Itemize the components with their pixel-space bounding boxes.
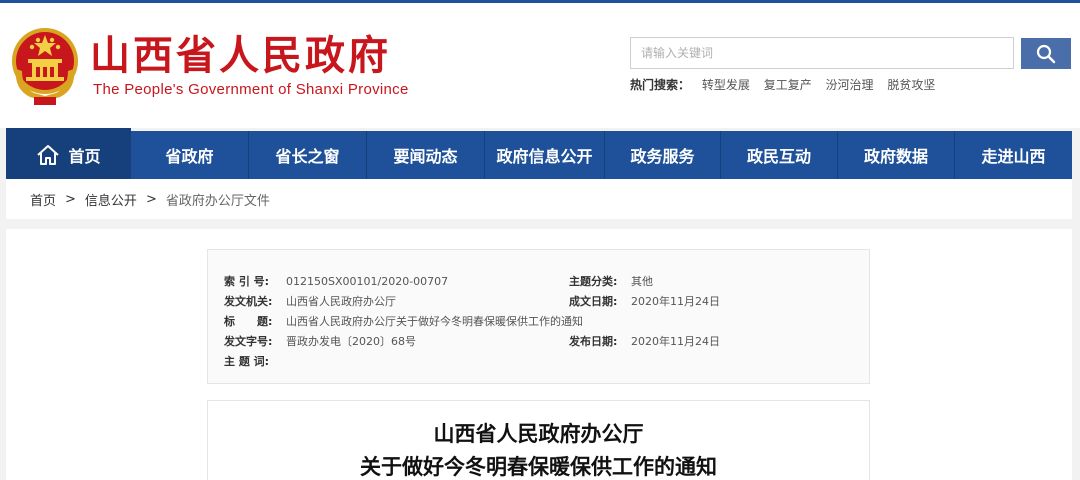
meta-key: 主 题 词: — [224, 355, 270, 368]
hot-search-link[interactable]: 汾河治理 — [826, 78, 874, 92]
nav-item-label: 政民互动 — [746, 147, 811, 166]
meta-row-created-date: 成文日期: 2020年11月24日 — [569, 293, 720, 309]
meta-row-title: 标 题: 山西省人民政府办公厅关于做好今冬明春保暖保供工作的通知 — [224, 313, 583, 329]
meta-value: 晋政办发电〔2020〕68号 — [286, 335, 416, 348]
hot-search-link[interactable]: 转型发展 — [702, 78, 750, 92]
meta-value: 其他 — [631, 275, 653, 288]
meta-value: 山西省人民政府办公厅关于做好今冬明春保暖保供工作的通知 — [286, 315, 583, 328]
site-title[interactable]: 山西省人民政府 — [90, 33, 391, 79]
nav-item-government-data[interactable]: 政府数据 — [838, 131, 955, 179]
meta-value: 2020年11月24日 — [631, 295, 720, 308]
breadcrumb: 首页 > 信息公开 > 省政府办公厅文件 — [6, 179, 1072, 219]
nav-item-label: 走进山西 — [981, 147, 1046, 166]
nav-item-label: 首页 — [68, 147, 101, 166]
nav-item-about-shanxi[interactable]: 走进山西 — [955, 131, 1072, 179]
meta-row-category: 主题分类: 其他 — [569, 273, 653, 289]
meta-key: 发文字号: — [224, 335, 273, 348]
search-button[interactable] — [1021, 38, 1071, 69]
meta-key: 发文机关: — [224, 295, 273, 308]
hot-search-link[interactable]: 脱贫攻坚 — [887, 78, 935, 92]
meta-row-issuer: 发文机关: 山西省人民政府办公厅 — [224, 293, 396, 309]
nav-item-provincial-government[interactable]: 省政府 — [131, 131, 249, 179]
meta-row-document-number: 发文字号: 晋政办发电〔2020〕68号 — [224, 333, 416, 349]
nav-item-governor-window[interactable]: 省长之窗 — [249, 131, 367, 179]
nav-item-government-services[interactable]: 政务服务 — [605, 131, 721, 179]
breadcrumb-separator: > — [145, 191, 157, 207]
meta-row-published-date: 发布日期: 2020年11月24日 — [569, 333, 720, 349]
breadcrumb-information-disclosure[interactable]: 信息公开 — [85, 190, 137, 209]
meta-value: 2020年11月24日 — [631, 335, 720, 348]
meta-key: 发布日期: — [569, 335, 618, 348]
home-icon — [37, 145, 60, 165]
search-box — [630, 37, 1014, 69]
nav-item-label: 省长之窗 — [275, 147, 340, 166]
breadcrumb-home[interactable]: 首页 — [30, 190, 56, 209]
meta-value: 山西省人民政府办公厅 — [286, 295, 396, 308]
meta-key: 标 题: — [224, 315, 273, 328]
document-metadata: 索 引 号: 012150SX00101/2020-00707 主题分类: 其他 发… — [207, 249, 870, 384]
nav-item-label: 要闻动态 — [393, 147, 458, 166]
hot-searches: 热门搜索： 转型发展 复工复产 汾河治理 脱贫攻坚 — [630, 76, 945, 93]
hot-searches-label: 热门搜索： — [630, 78, 691, 92]
search-input[interactable] — [631, 38, 1013, 68]
national-emblem-icon[interactable] — [8, 25, 82, 107]
document-title-line-1: 山西省人民政府办公厅 — [433, 422, 644, 446]
nav-item-label: 政府信息公开 — [496, 147, 593, 166]
nav-item-label: 政务服务 — [630, 147, 695, 166]
nav-item-home[interactable]: 首页 — [6, 128, 131, 179]
search-icon — [1036, 44, 1056, 63]
nav-item-label: 省政府 — [165, 147, 214, 166]
hot-search-link[interactable]: 复工复产 — [764, 78, 812, 92]
breadcrumb-separator: > — [65, 191, 76, 207]
document-title-line-2: 关于做好今冬明春保暖保供工作的通知 — [360, 455, 717, 479]
nav-item-label: 政府数据 — [863, 147, 928, 166]
main-nav: 首页 省政府 省长之窗 要闻动态 政府信息公开 政务服务 政民互动 政府数据 走… — [6, 128, 1072, 179]
meta-key: 索 引 号: — [224, 275, 270, 288]
meta-key: 成文日期: — [569, 295, 618, 308]
document-body: 山西省人民政府办公厅 关于做好今冬明春保暖保供工作的通知 — [207, 400, 870, 480]
meta-key: 主题分类: — [569, 275, 618, 288]
meta-value: 012150SX00101/2020-00707 — [286, 275, 449, 288]
nav-item-information-disclosure[interactable]: 政府信息公开 — [485, 131, 605, 179]
nav-item-interaction[interactable]: 政民互动 — [721, 131, 838, 179]
site-subtitle: The People's Government of Shanxi Provin… — [93, 81, 409, 98]
nav-item-news[interactable]: 要闻动态 — [367, 131, 485, 179]
site-header: 山西省人民政府 The People's Government of Shanx… — [0, 3, 1080, 128]
breadcrumb-current[interactable]: 省政府办公厅文件 — [166, 190, 270, 209]
meta-row-keywords: 主 题 词: — [224, 353, 286, 369]
meta-row-index: 索 引 号: 012150SX00101/2020-00707 — [224, 273, 448, 289]
